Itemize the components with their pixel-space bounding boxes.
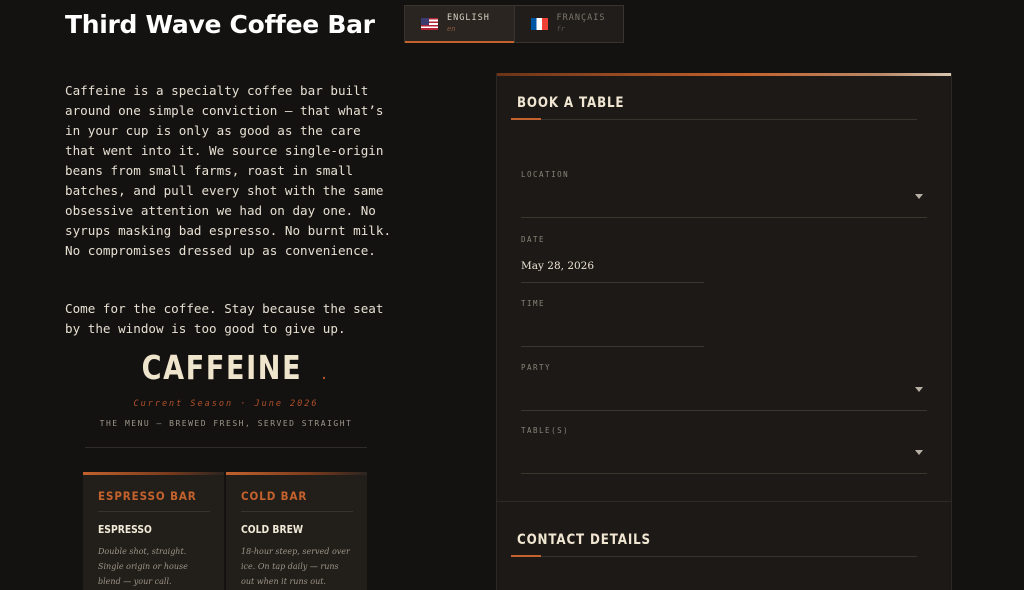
- brand-tagline: THE MENU — BREWED FRESH, SERVED STRAIGHT: [99, 419, 353, 428]
- menu-cards: ESPRESSO BAR ESPRESSO Double shot, strai…: [83, 472, 367, 590]
- menu-card-cold-bar: COLD BAR COLD BREW 18-hour steep, served…: [226, 472, 367, 590]
- page-title: Third Wave Coffee Bar: [65, 10, 375, 39]
- language-option-english[interactable]: ENGLISH en: [405, 6, 514, 43]
- time-field: TIME: [521, 299, 704, 347]
- intro-paragraph-1: Caffeine is a specialty coffee bar built…: [65, 83, 392, 258]
- menu-item-name: ESPRESSO: [98, 524, 152, 536]
- chevron-down-icon: [915, 387, 923, 392]
- language-code: fr: [556, 25, 565, 33]
- location-select[interactable]: [521, 191, 927, 218]
- intro-paragraph-2: Come for the coffee. Stay because the se…: [65, 301, 384, 336]
- brand-divider: [85, 447, 367, 448]
- panel-divider: [497, 501, 951, 502]
- menu-item-description: Double shot, straight. Single origin or …: [98, 547, 188, 586]
- contact-details-title: CONTACT DETAILS: [517, 532, 651, 548]
- language-name: ENGLISH: [447, 13, 490, 23]
- intro-text: Caffeine is a specialty coffee bar built…: [65, 61, 395, 359]
- chevron-down-icon: [915, 450, 923, 455]
- section-rule: [511, 118, 917, 120]
- language-option-french[interactable]: FRANÇAIS fr: [515, 6, 624, 42]
- date-input[interactable]: May 28, 2026: [521, 256, 704, 283]
- menu-card-divider: [98, 511, 210, 512]
- menu-card-divider: [241, 511, 353, 512]
- date-label: DATE: [521, 235, 546, 244]
- menu-section-title: ESPRESSO BAR: [98, 489, 197, 503]
- menu-item-description: 18-hour steep, served over ice. On tap d…: [241, 547, 350, 586]
- us-flag-icon: [421, 18, 438, 30]
- brand-dot: .: [319, 367, 329, 383]
- panel-accent-bar: [497, 73, 951, 76]
- party-field: PARTY: [521, 363, 927, 411]
- time-label: TIME: [521, 299, 546, 308]
- date-field: DATE May 28, 2026: [521, 235, 704, 283]
- contact-details-header: CONTACT DETAILS: [511, 532, 917, 557]
- book-table-title: BOOK A TABLE: [517, 95, 625, 111]
- party-select[interactable]: [521, 384, 927, 411]
- location-label: LOCATION: [521, 170, 570, 179]
- tables-select[interactable]: [521, 447, 927, 474]
- brand-block: CAFFEINE. Current Season · June 2026 THE…: [85, 348, 367, 428]
- chevron-down-icon: [915, 194, 923, 199]
- time-input[interactable]: [521, 320, 704, 347]
- menu-card-espresso-bar: ESPRESSO BAR ESPRESSO Double shot, strai…: [83, 472, 224, 590]
- brand-logo: CAFFEINE: [141, 348, 303, 387]
- menu-section-title: COLD BAR: [241, 489, 308, 503]
- brand-season: Current Season · June 2026: [133, 399, 319, 409]
- booking-panel: BOOK A TABLE LOCATION DATE May 28, 2026 …: [496, 73, 952, 590]
- section-rule: [511, 555, 917, 557]
- language-name: FRANÇAIS: [556, 13, 606, 23]
- fr-flag-icon: [530, 18, 548, 30]
- language-switcher: ENGLISH en FRANÇAIS fr: [404, 5, 624, 43]
- tables-field: TABLE(S): [521, 426, 927, 474]
- book-table-header: BOOK A TABLE: [511, 95, 917, 120]
- language-code: en: [447, 25, 456, 33]
- tables-label: TABLE(S): [521, 426, 570, 435]
- party-label: PARTY: [521, 363, 552, 372]
- menu-item-name: COLD BREW: [241, 524, 304, 536]
- location-field: LOCATION: [521, 170, 927, 218]
